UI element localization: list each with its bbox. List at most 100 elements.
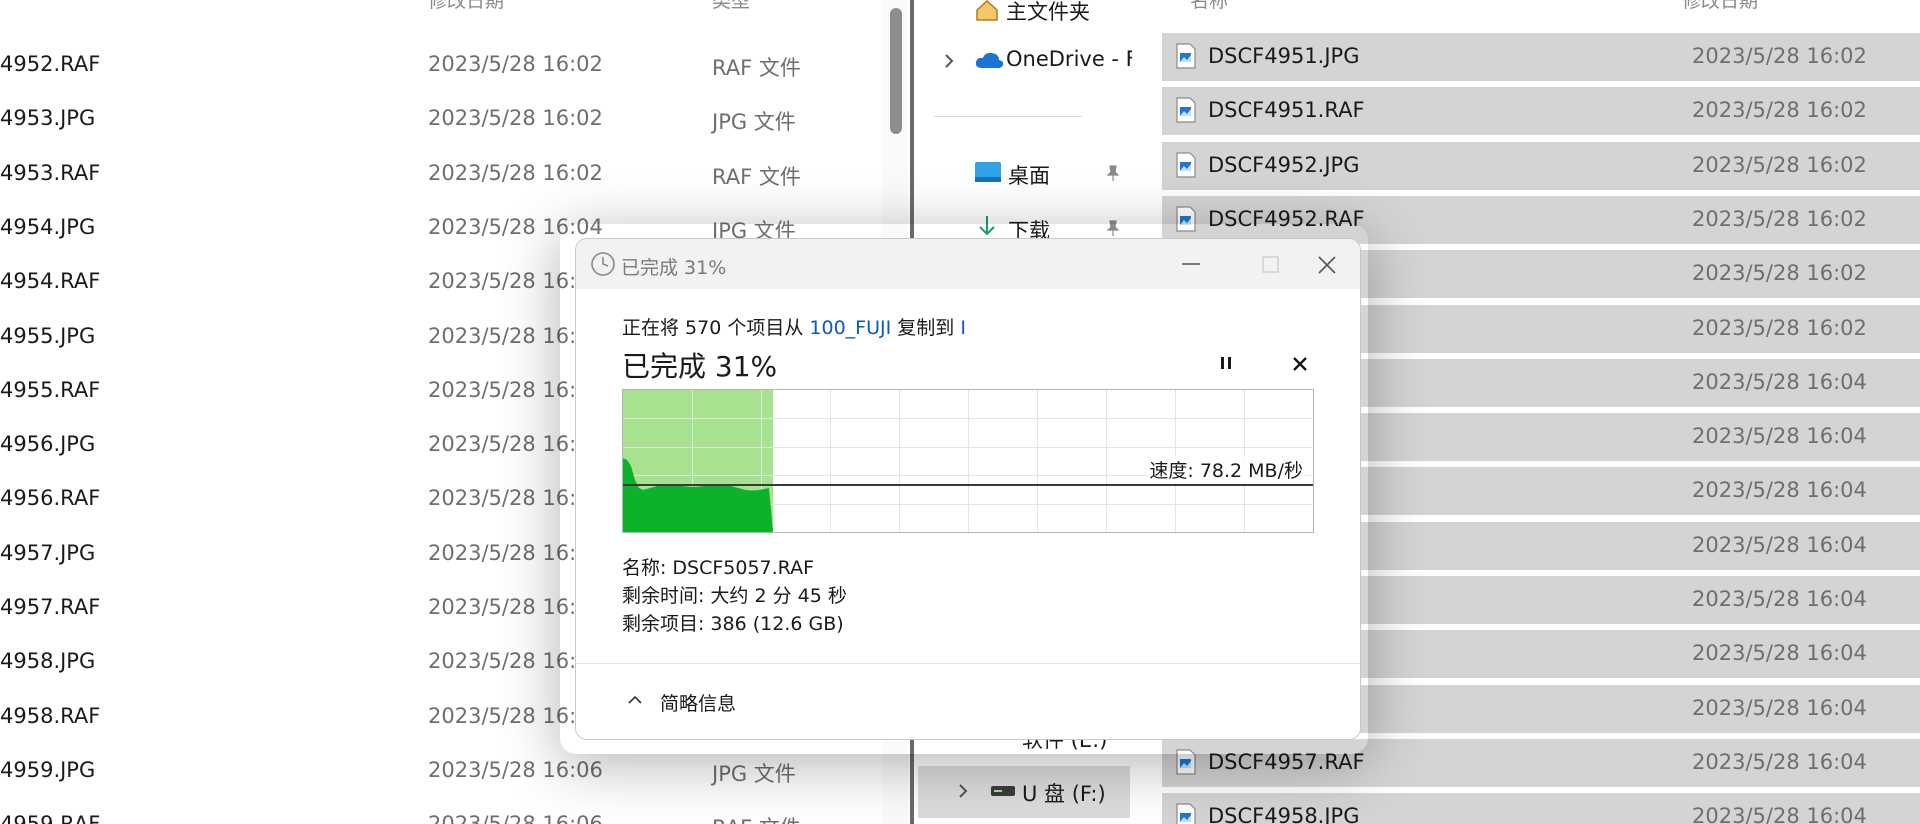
nav-label-udisk: U 盘 (F:) [1022,782,1106,806]
percent-complete: 已完成 31% [622,350,778,383]
file-date: 2023/5/28 16:02 [1692,315,1867,340]
selected-file-row[interactable]: DSCF4958.JPG 2023/5/28 16:04 [1162,793,1920,824]
file-name: DSCF4958.JPG [1208,804,1360,824]
file-date: 2023/5/28 16:04 [1692,804,1867,824]
time-label: 剩余时间: [622,585,705,607]
file-date: 2023/5/28 16:06 [428,812,603,824]
dialog-titlebar[interactable]: 已完成 31% [576,239,1360,289]
time-value: 大约 2 分 45 秒 [710,585,847,607]
onedrive-cloud-icon [975,52,1004,68]
image-file-icon [1176,803,1196,824]
nav-label-home: 主文件夹 [1006,0,1090,24]
items-value: 386 (12.6 GB) [710,613,844,635]
file-date: 2023/5/28 16:02 [1692,261,1867,286]
file-date: 2023/5/28 16:04 [1692,641,1867,666]
close-button[interactable] [1292,239,1360,289]
file-name: 4954.JPG [0,214,96,239]
transfer-speed-graph: 速度: 78.2 MB/秒 [622,389,1314,533]
copy-progress-dialog: 已完成 31% 正在将 570 个项目从 100_FUJI 复制到 I 已完成 … [575,238,1361,740]
file-date: 2023/5/28 16:04 [1692,587,1867,611]
less-info-label: 简略信息 [660,693,737,715]
image-file-icon [1176,151,1196,178]
file-type: JPG 文件 [712,110,796,135]
file-name: 4957.RAF [0,595,101,619]
file-row[interactable]: 4953.JPG 2023/5/28 16:02 JPG 文件 [0,92,880,146]
file-name: 4952.RAF [0,52,101,76]
close-icon [1318,256,1336,274]
info-time-remaining: 剩余时间: 大约 2 分 45 秒 [622,581,847,608]
file-date: 2023/5/28 16:04 [1692,478,1867,503]
file-name: DSCF4951.JPG [1208,44,1360,68]
source-folder-link[interactable]: 100_FUJI [809,317,891,339]
file-date: 2023/5/28 16:02 [428,52,603,76]
file-date: 2023/5/28 16:04 [1692,369,1867,394]
file-name: 4958.JPG [0,649,96,674]
column-header-type[interactable]: 类型 [712,0,750,13]
file-name: 4956.RAF [0,486,101,511]
file-type: RAF 文件 [712,812,801,824]
info-items-remaining: 剩余项目: 386 (12.6 GB) [622,609,844,636]
selected-file-row[interactable]: DSCF4951.JPG 2023/5/28 16:02 [1162,33,1920,81]
file-type: JPG 文件 [712,761,796,786]
file-name: 4959.RAF [0,812,100,824]
file-name: 4954.RAF [0,269,101,294]
file-date: 2023/5/28 16:02 [428,106,603,131]
cancel-icon [1293,357,1307,371]
drive-icon [991,786,1015,796]
file-row[interactable]: 4953.RAF 2023/5/28 16:02 RAF 文件 [0,147,880,201]
selected-file-row[interactable]: DSCF4951.RAF 2023/5/28 16:02 [1162,87,1920,136]
file-name: 4958.RAF [0,703,101,728]
file-date: 2023/5/28 16:02 [1692,98,1867,123]
maximize-icon [1262,256,1279,273]
file-name: 4953.JPG [0,106,96,131]
dialog-body: 正在将 570 个项目从 100_FUJI 复制到 I 已完成 31% 速度: … [576,289,1360,739]
dialog-title: 已完成 31% [621,257,727,279]
file-name: DSCF4951.RAF [1208,98,1365,123]
file-date: 2023/5/28 16:02 [1692,206,1867,231]
filename-label: 名称: [622,557,667,579]
nav-item-desktop[interactable]: 桌面 [914,148,1132,198]
pause-button[interactable] [1210,345,1242,381]
file-name: 4956.JPG [0,432,96,457]
chevron-right-icon[interactable] [942,52,956,70]
copy-description: 正在将 570 个项目从 100_FUJI 复制到 I [622,313,966,340]
nav-item-onedrive[interactable]: OneDrive - F [914,36,1132,86]
file-date: 2023/5/28 16:02 [428,160,603,185]
left-scrollbar-thumb[interactable] [890,8,902,134]
file-type: RAF 文件 [712,56,801,80]
column-header-date[interactable]: 修改日期 [1682,0,1758,13]
file-date: 2023/5/28 16:02 [1692,152,1867,177]
destination-link[interactable]: I [960,317,966,339]
home-icon [976,0,998,21]
image-file-icon [1176,43,1196,69]
image-file-icon [1176,97,1196,123]
copy-prefix: 正在将 570 个项目从 [622,317,804,339]
nav-item-home[interactable]: 主文件夹 [914,0,1132,38]
nav-label-desktop: 桌面 [1008,164,1050,188]
file-date: 2023/5/28 16:04 [1692,532,1867,557]
file-date: 2023/5/28 16:04 [1692,749,1867,774]
selected-file-row[interactable]: DSCF4952.JPG 2023/5/28 16:02 [1162,141,1920,190]
pin-icon[interactable] [1104,164,1122,182]
minimize-icon [1182,263,1200,265]
file-date: 2023/5/28 16:06 [428,757,603,782]
pause-icon [1221,357,1231,369]
file-type: RAF 文件 [712,164,801,189]
current-speed-line [623,484,1313,486]
file-row[interactable]: 4959.RAF 2023/5/28 16:06 RAF 文件 [0,798,880,824]
nav-item-udisk[interactable]: U 盘 (F:) [918,766,1130,818]
file-name: 4955.JPG [0,323,96,348]
nav-label-onedrive: OneDrive - F [1006,47,1132,71]
minimize-button[interactable] [1156,239,1226,289]
cancel-copy-button[interactable] [1284,345,1316,381]
file-name: 4955.RAF [0,377,101,402]
speed-label: 速度: 78.2 MB/秒 [1147,456,1305,483]
chevron-right-icon[interactable] [956,782,970,800]
column-header-date[interactable]: 修改日期 [428,0,504,13]
file-name: 4957.JPG [0,540,96,565]
file-name: 4959.JPG [0,757,96,782]
file-date: 2023/5/28 16:04 [1692,424,1867,449]
column-header-name[interactable]: 名称 [1190,0,1228,13]
info-filename: 名称: DSCF5057.RAF [622,553,814,580]
file-row[interactable]: 4952.RAF 2023/5/28 16:02 RAF 文件 [0,38,880,92]
